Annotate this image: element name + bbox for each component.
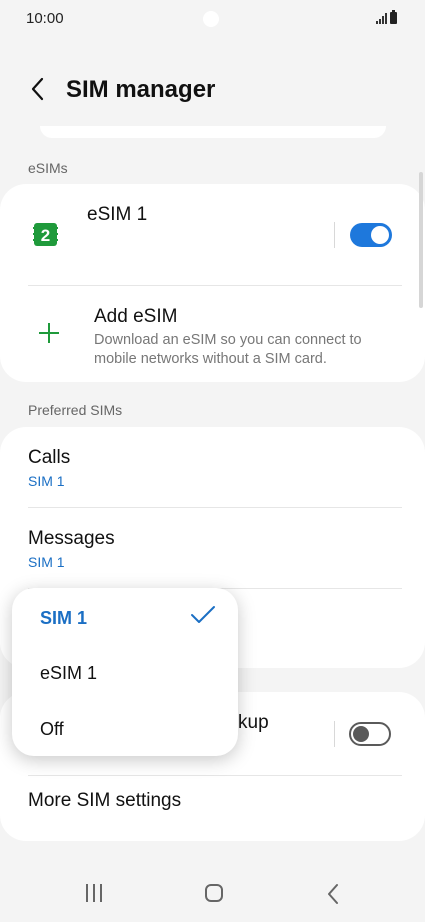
calls-row[interactable]: Calls SIM 1 [0, 427, 425, 507]
messages-row[interactable]: Messages SIM 1 [0, 508, 425, 588]
previous-card-edge [40, 126, 386, 138]
messages-value: SIM 1 [28, 554, 65, 570]
esims-card: 2 eSIM 1 Add eSIM Download an eSIM so yo… [0, 184, 425, 382]
sim-badge-number: 2 [41, 226, 50, 245]
esim1-label: eSIM 1 [87, 204, 148, 225]
scrollbar[interactable] [419, 172, 423, 308]
nav-back-button[interactable] [326, 883, 340, 910]
backup-toggle[interactable] [349, 722, 391, 746]
back-button[interactable] [28, 76, 52, 102]
more-sim-settings-row[interactable]: More SIM settings [0, 776, 425, 841]
sim-card-icon: 2 [32, 222, 59, 252]
popup-option-label: eSIM 1 [40, 663, 98, 683]
plus-icon [37, 321, 61, 350]
popup-option-off[interactable]: Off [12, 700, 238, 756]
chevron-left-icon [31, 77, 44, 101]
nav-back-icon [328, 884, 338, 904]
toggle-knob [353, 726, 369, 742]
sim-select-popup: SIM 1 eSIM 1 Off [12, 588, 238, 756]
calls-value: SIM 1 [28, 473, 65, 489]
signal-icon [376, 13, 387, 24]
popup-option-label: SIM 1 [40, 608, 88, 628]
battery-icon [390, 10, 397, 24]
add-esim-description: Download an eSIM so you can connect to m… [94, 332, 362, 367]
esim1-row[interactable]: 2 eSIM 1 [0, 184, 425, 284]
more-sim-settings-label: More SIM settings [28, 790, 182, 811]
esim1-toggle[interactable] [350, 223, 392, 247]
add-esim-title: Add eSIM [94, 306, 178, 327]
section-label-preferred: Preferred SIMs [28, 402, 123, 418]
popup-option-label: Off [40, 719, 64, 739]
popup-option-esim1[interactable]: eSIM 1 [12, 644, 238, 700]
messages-title: Messages [28, 528, 115, 549]
toggle-separator [334, 721, 335, 747]
status-icons [376, 10, 397, 24]
add-esim-row[interactable]: Add eSIM Download an eSIM so you can con… [0, 286, 425, 382]
recent-apps-button[interactable] [86, 884, 102, 902]
toggle-separator [334, 222, 335, 248]
page-title: SIM manager [66, 76, 216, 103]
toggle-knob [371, 226, 389, 244]
calls-title: Calls [28, 447, 71, 468]
popup-option-sim1[interactable]: SIM 1 [12, 588, 238, 644]
section-label-esims: eSIMs [28, 160, 68, 176]
status-time: 10:00 [26, 10, 64, 27]
camera-cutout [203, 11, 219, 27]
backup-title-partial: kup [238, 712, 269, 733]
home-button[interactable] [205, 884, 223, 902]
check-icon [190, 605, 216, 630]
